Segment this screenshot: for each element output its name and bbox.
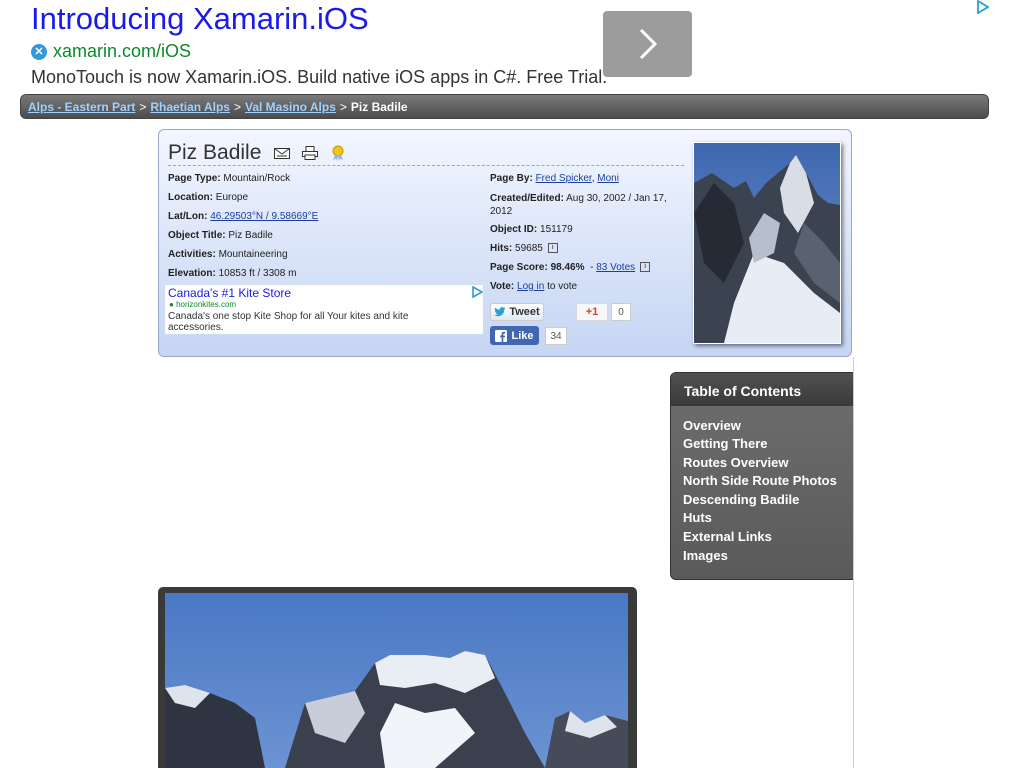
facebook-like-button[interactable]: Like bbox=[490, 326, 539, 345]
top-ad-banner: Introducing Xamarin.iOS ✕ xamarin.com/iO… bbox=[0, 0, 1024, 92]
toc-item-external-links[interactable]: External Links bbox=[683, 529, 772, 544]
chevron-right-icon bbox=[639, 28, 657, 60]
twitter-icon bbox=[494, 307, 506, 317]
ad-open-button[interactable] bbox=[603, 11, 692, 77]
x-logo-icon: ✕ bbox=[31, 43, 47, 60]
toc-item-descending-badile[interactable]: Descending Badile bbox=[683, 492, 799, 507]
column-divider bbox=[853, 357, 854, 768]
ad-url-row: ✕ xamarin.com/iOS bbox=[31, 41, 191, 62]
breadcrumb-current: Piz Badile bbox=[350, 99, 408, 114]
main-photo[interactable] bbox=[165, 593, 628, 768]
toc-item-overview[interactable]: Overview bbox=[683, 418, 741, 433]
mountain-photo bbox=[165, 593, 628, 768]
breadcrumb-separator: > bbox=[139, 99, 147, 114]
inner-ad-url[interactable]: ● horizonkites.com bbox=[169, 300, 236, 309]
field-hits: Hits: 59685 i bbox=[490, 243, 558, 254]
adchoices-icon[interactable] bbox=[975, 0, 989, 14]
summary-photo[interactable] bbox=[693, 142, 841, 344]
info-icon[interactable]: i bbox=[640, 262, 651, 273]
tweet-label: Tweet bbox=[509, 306, 540, 318]
field-page-by: Page By: Fred Spicker, Moni bbox=[490, 173, 619, 184]
page-title: Piz Badile bbox=[168, 141, 262, 164]
field-object-title: Object Title: Piz Badile bbox=[168, 230, 273, 241]
ad-headline-link[interactable]: Introducing Xamarin.iOS bbox=[31, 1, 369, 37]
inner-ad-description: Canada's one stop Kite Shop for all Your… bbox=[168, 311, 409, 333]
award-icon[interactable] bbox=[329, 145, 347, 161]
field-created-edited: Created/Edited: Aug 30, 2002 / Jan 17, 2… bbox=[490, 193, 667, 217]
field-vote: Vote: Log in to vote bbox=[490, 281, 578, 292]
field-activities: Activities: Mountaineering bbox=[168, 249, 288, 260]
table-of-contents: Table of Contents Overview Getting There… bbox=[670, 372, 854, 580]
toc-header: Table of Contents bbox=[671, 373, 854, 406]
mountain-thumbnail bbox=[694, 143, 840, 343]
toc-item-huts[interactable]: Huts bbox=[683, 510, 712, 525]
field-elevation: Elevation: 10853 ft / 3308 m bbox=[168, 268, 297, 279]
breadcrumb-separator: > bbox=[233, 99, 241, 114]
breadcrumb-link-rhaetian-alps[interactable]: Rhaetian Alps bbox=[150, 100, 230, 114]
field-location: Location: Europe bbox=[168, 192, 249, 203]
like-label: Like bbox=[511, 329, 534, 342]
main-photo-frame bbox=[158, 587, 637, 768]
inner-ad[interactable]: Canada's #1 Kite Store ● horizonkites.co… bbox=[165, 285, 483, 334]
gplus-count: 0 bbox=[611, 303, 631, 321]
ad-description: MonoTouch is now Xamarin.iOS. Build nati… bbox=[31, 67, 608, 87]
gplus-button[interactable]: +1 bbox=[576, 303, 608, 321]
toc-item-images[interactable]: Images bbox=[683, 548, 728, 563]
ad-url-link[interactable]: xamarin.com/iOS bbox=[53, 41, 191, 62]
field-latlon: Lat/Lon: 46.29503°N / 9.58669°E bbox=[168, 211, 319, 222]
toc-title: Table of Contents bbox=[684, 383, 802, 399]
field-object-id: Object ID: 151179 bbox=[490, 224, 573, 235]
breadcrumb-separator: > bbox=[339, 99, 347, 114]
inner-ad-title[interactable]: Canada's #1 Kite Store bbox=[168, 286, 291, 300]
author-link-fred-spicker[interactable]: Fred Spicker bbox=[536, 173, 592, 184]
toc-item-getting-there[interactable]: Getting There bbox=[683, 436, 768, 451]
breadcrumb-link-val-masino-alps[interactable]: Val Masino Alps bbox=[245, 100, 336, 114]
info-icon[interactable]: i bbox=[547, 243, 558, 254]
page-title-row: Piz Badile bbox=[168, 141, 684, 166]
like-count: 34 bbox=[545, 327, 567, 345]
author-link-moni[interactable]: Moni bbox=[597, 173, 619, 184]
tweet-button[interactable]: Tweet bbox=[490, 303, 544, 321]
field-page-score: Page Score: 98.46% - 83 Votes i bbox=[490, 262, 651, 273]
breadcrumb-link-eastern-alps[interactable]: Alps - Eastern Part bbox=[28, 100, 135, 114]
votes-link[interactable]: 83 Votes bbox=[596, 262, 635, 273]
breadcrumb: Alps - Eastern Part > Rhaetian Alps > Va… bbox=[20, 94, 989, 119]
print-icon[interactable] bbox=[301, 146, 319, 160]
latlon-link[interactable]: 46.29503°N / 9.58669°E bbox=[210, 211, 318, 222]
summary-card: Piz Badile Page Type: Mountain/Rock Loca… bbox=[158, 129, 852, 357]
toc-item-north-side-route-photos[interactable]: North Side Route Photos bbox=[683, 473, 837, 488]
login-link[interactable]: Log in bbox=[517, 281, 544, 292]
facebook-icon bbox=[495, 329, 508, 342]
field-page-type: Page Type: Mountain/Rock bbox=[168, 173, 291, 184]
adchoices-icon[interactable] bbox=[471, 286, 483, 298]
toc-item-routes-overview[interactable]: Routes Overview bbox=[683, 455, 789, 470]
email-icon[interactable] bbox=[273, 146, 291, 160]
